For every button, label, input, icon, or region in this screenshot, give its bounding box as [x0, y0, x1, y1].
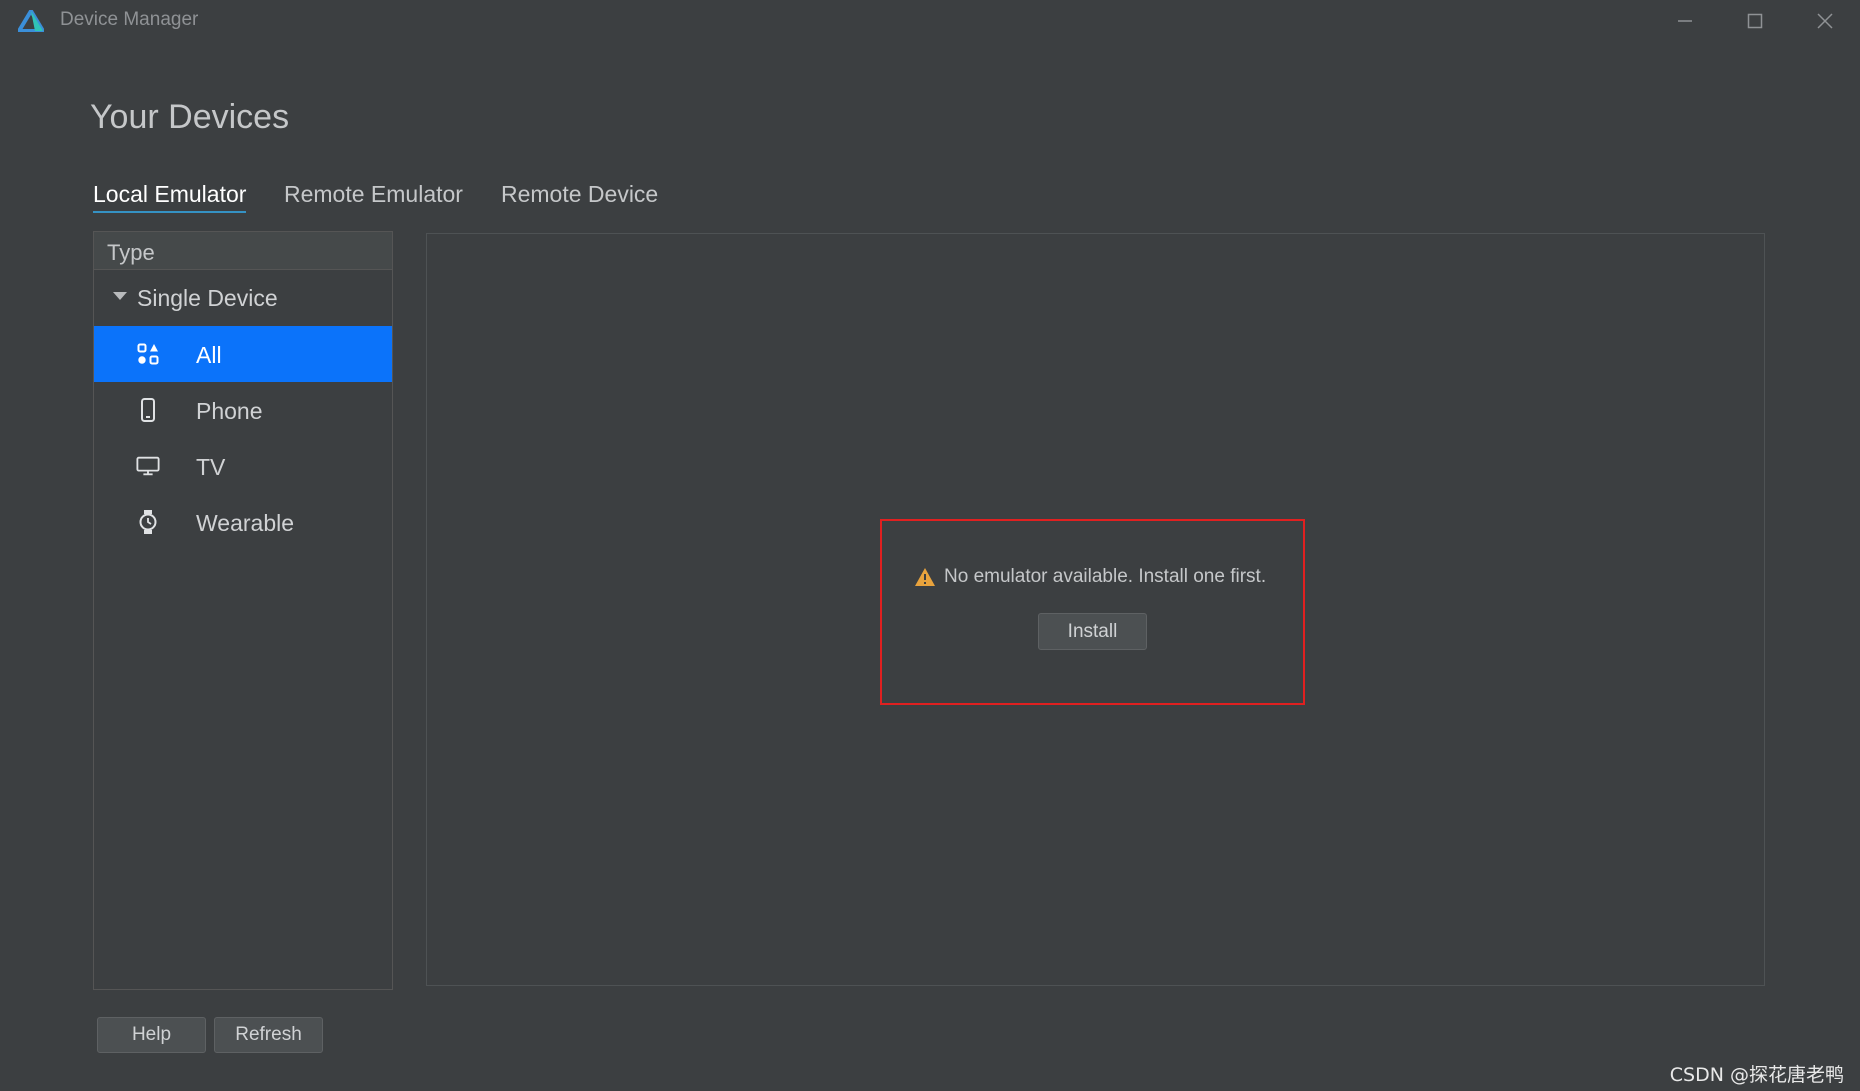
help-button[interactable]: Help	[97, 1017, 206, 1053]
refresh-button[interactable]: Refresh	[214, 1017, 323, 1053]
sidebar-item-label: Phone	[196, 398, 263, 424]
page-title: Your Devices	[90, 98, 290, 136]
phone-icon	[136, 398, 160, 422]
watermark-text: CSDN @探花唐老鸭	[1669, 1064, 1844, 1086]
tab-local-emulator[interactable]: Local Emulator	[93, 181, 247, 213]
all-categories-icon	[136, 342, 160, 366]
sidebar-item-label: TV	[196, 454, 226, 480]
tab-remote-emulator[interactable]: Remote Emulator	[284, 181, 463, 211]
close-button[interactable]	[1790, 0, 1860, 42]
empty-state-message: No emulator available. Install one first…	[914, 566, 1266, 588]
tab-remote-device[interactable]: Remote Device	[501, 181, 658, 211]
caret-down-icon[interactable]	[113, 292, 127, 300]
maximize-button[interactable]	[1720, 0, 1790, 42]
maximize-icon	[1747, 13, 1763, 29]
close-icon	[1817, 13, 1833, 29]
sidebar-item-phone[interactable]: Phone	[94, 382, 392, 438]
sidebar-item-label: Wearable	[196, 510, 295, 536]
sidebar-item-tv[interactable]: TV	[94, 438, 392, 494]
group-label: Single Device	[137, 285, 278, 311]
app-logo-icon	[17, 9, 45, 33]
empty-state-text: No emulator available. Install one first…	[944, 566, 1267, 587]
window-title: Device Manager	[60, 9, 199, 30]
minimize-icon	[1678, 20, 1692, 22]
minimize-button[interactable]	[1650, 0, 1720, 42]
annotation-highlight-box	[880, 519, 1305, 705]
tv-icon	[136, 454, 160, 478]
install-button[interactable]: Install	[1038, 613, 1147, 650]
title-bar: Device Manager	[0, 0, 1860, 42]
watch-icon	[136, 510, 160, 534]
sidebar-header: Type	[94, 232, 392, 270]
sidebar-item-label: All	[196, 342, 222, 368]
device-type-sidebar: Type Single Device All Phone TV Wearable	[93, 231, 393, 990]
sidebar-item-wearable[interactable]: Wearable	[94, 494, 392, 550]
group-single-device[interactable]: Single Device	[94, 270, 392, 326]
device-manager-window: Device Manager Your Devices Local Emulat…	[0, 0, 1860, 1091]
warning-icon	[914, 567, 936, 587]
sidebar-item-all[interactable]: All	[94, 326, 392, 382]
